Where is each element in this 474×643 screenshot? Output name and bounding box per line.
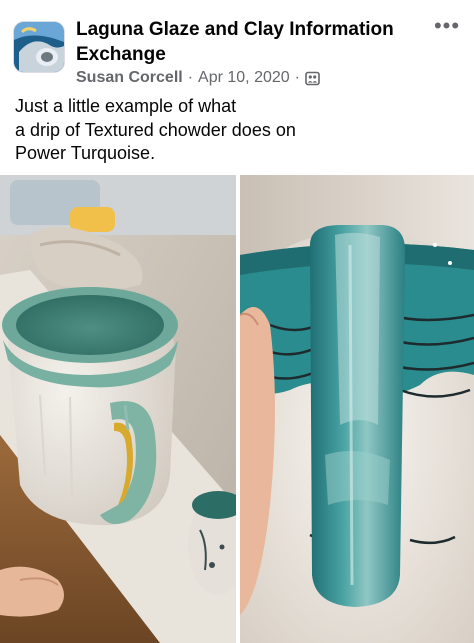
post-meta: Susan Corcell · Apr 10, 2020 · (76, 69, 320, 87)
author-name[interactable]: Susan Corcell (76, 69, 183, 87)
group-avatar[interactable] (14, 22, 64, 72)
post-text-line: a drip of Textured chowder does on (15, 119, 296, 140)
post-date[interactable]: Apr 10, 2020 (198, 69, 290, 87)
meta-separator: · (294, 69, 300, 86)
group-avatar-image (14, 22, 64, 72)
group-name[interactable]: Laguna Glaze and Clay Information Exchan… (76, 17, 416, 67)
photo-grid (0, 175, 474, 643)
more-options-icon[interactable]: ••• (432, 15, 462, 40)
photo-mug-side[interactable] (0, 175, 236, 643)
post-text-line: Power Turquoise. (15, 143, 156, 163)
post-header: Laguna Glaze and Clay Information Exchan… (0, 0, 474, 95)
post-text-line: Just a little example of what (15, 96, 237, 116)
meta-separator: · (187, 69, 194, 86)
photo-handle-closeup[interactable] (240, 175, 474, 643)
post-text: Just a little example of what a drip of … (15, 95, 455, 166)
group-audience-icon (305, 71, 320, 86)
